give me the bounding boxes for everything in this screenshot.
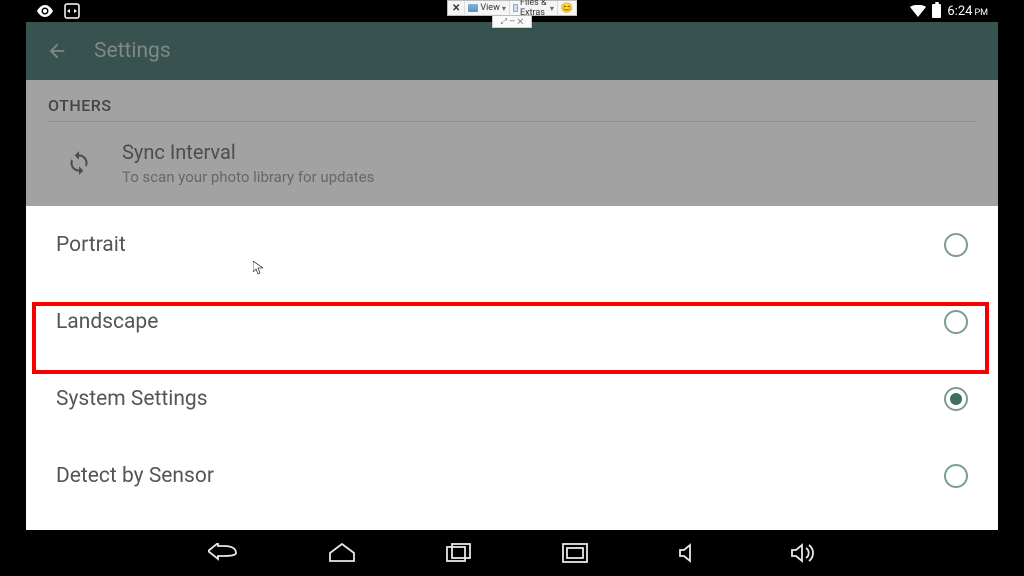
radio-button[interactable] [944,233,968,257]
sync-interval-row[interactable]: Sync Interval To scan your photo library… [26,122,998,206]
close-icon[interactable]: ✕ [448,1,465,15]
teamviewer-icon [64,3,80,19]
wifi-icon [910,5,926,17]
sync-interval-subtitle: To scan your photo library for updates [122,168,374,186]
option-detect-by-sensor[interactable]: Detect by Sensor [26,437,998,514]
radio-button[interactable] [944,464,968,488]
nav-recent-button[interactable] [446,543,472,563]
view-menu[interactable]: View▾ [465,1,509,15]
files-extras-menu[interactable]: Files & Extras▾ [510,1,558,15]
nav-screenshot-button[interactable] [562,543,588,563]
eye-icon [36,5,54,17]
orientation-options-list: Portrait Landscape System Settings Detec… [26,206,998,530]
nav-home-button[interactable] [328,543,356,563]
option-system-settings[interactable]: System Settings [26,360,998,437]
page-title: Settings [94,39,171,63]
nav-back-button[interactable] [208,543,238,563]
radio-button-selected[interactable] [944,387,968,411]
back-arrow-icon[interactable] [46,40,68,62]
sync-icon [66,150,92,176]
app-bar: Settings [26,22,998,80]
option-label: Detect by Sensor [56,464,214,488]
radio-button[interactable] [944,310,968,334]
android-nav-bar [26,530,998,576]
option-label: Portrait [56,233,126,257]
option-label: Landscape [56,310,158,334]
option-landscape[interactable]: Landscape [26,283,998,360]
nav-volume-up-button[interactable] [790,543,816,563]
nav-volume-down-button[interactable] [678,543,700,563]
smile-icon: 😊 [558,1,577,15]
remote-control-toolbar[interactable]: ✕ View▾ Files & Extras▾ 😊 ⤢ — ✕ [447,0,577,28]
dimmed-background: Settings OTHERS Sync Interval To scan yo… [26,22,998,206]
option-portrait[interactable]: Portrait [26,206,998,283]
battery-icon [932,4,941,18]
section-header-others: OTHERS [26,80,998,121]
status-clock: 6:24PM [947,4,988,19]
sync-interval-title: Sync Interval [122,140,374,164]
option-label: System Settings [56,387,208,411]
